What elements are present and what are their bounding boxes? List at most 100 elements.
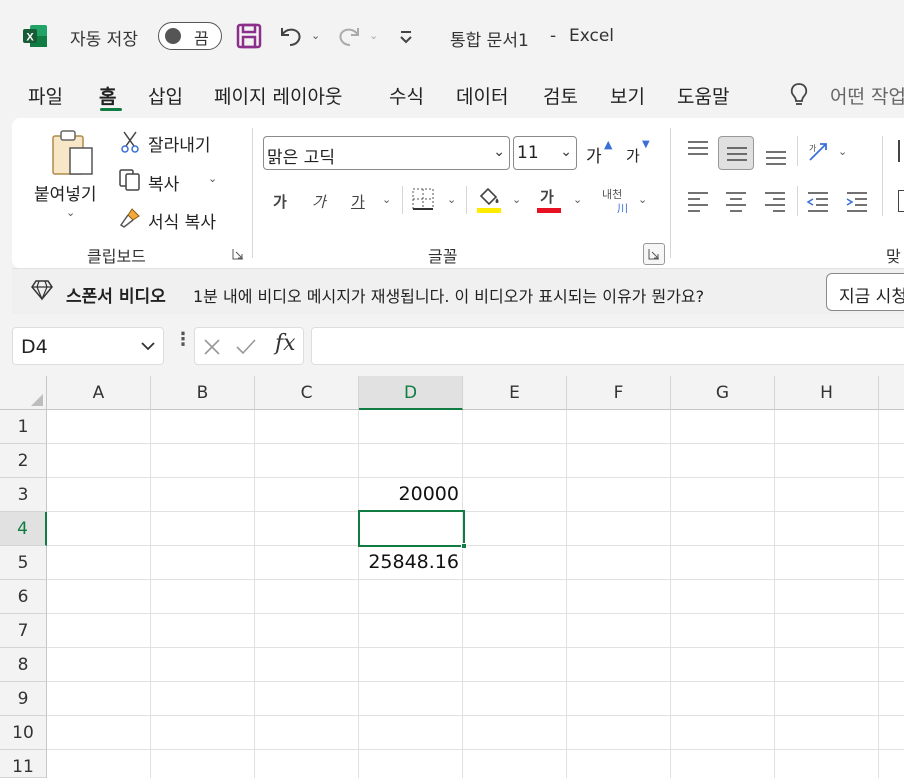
worksheet-grid[interactable] (0, 376, 904, 778)
row-header-selected[interactable]: 4 (0, 512, 47, 546)
select-all-button[interactable] (0, 376, 47, 410)
tab-view[interactable]: 보기 (610, 82, 645, 109)
cancel-icon[interactable] (203, 338, 221, 356)
orientation-icon[interactable]: 가 (806, 140, 832, 164)
copy-label[interactable]: 복사 (148, 170, 179, 195)
redo-dropdown-icon[interactable]: ⌄ (369, 29, 378, 42)
row-header[interactable]: 5 (0, 546, 47, 580)
svg-text:가: 가 (809, 144, 817, 153)
column-header[interactable]: A (47, 376, 151, 410)
merge-center-icon[interactable] (898, 190, 904, 212)
bold-button[interactable]: 가 (273, 191, 287, 212)
underline-dropdown-icon[interactable]: ⌄ (382, 193, 391, 206)
cut-label[interactable]: 잘라내기 (148, 131, 211, 156)
customize-toolbar-icon[interactable] (398, 30, 414, 44)
font-color-dropdown-icon[interactable]: ⌄ (573, 193, 582, 206)
excel-logo-icon[interactable]: X (22, 24, 48, 48)
row-header[interactable]: 9 (0, 682, 47, 716)
clipboard-launcher-icon[interactable] (232, 248, 244, 260)
row-header[interactable]: 1 (0, 410, 47, 444)
align-left-icon[interactable] (686, 190, 710, 212)
align-top-icon[interactable] (686, 140, 710, 160)
column-header-selected[interactable]: D (359, 376, 463, 410)
more-options-icon[interactable]: ⋮ (174, 331, 192, 349)
decrease-indent-icon[interactable] (806, 190, 830, 212)
autosave-state: 끔 (194, 29, 209, 48)
tab-help[interactable]: 도움말 (677, 82, 729, 109)
chevron-down-icon: ⌄ (560, 144, 572, 160)
copy-icon[interactable] (118, 168, 142, 192)
decrease-font-button[interactable]: 가 (626, 145, 640, 166)
tab-file[interactable]: 파일 (28, 82, 63, 109)
font-color-button[interactable]: 가 (540, 186, 554, 207)
row-header[interactable]: 8 (0, 648, 47, 682)
cell-d5[interactable]: 25848.16 (362, 551, 459, 573)
paste-dropdown-icon[interactable]: ⌄ (66, 206, 75, 219)
redo-icon[interactable] (336, 24, 362, 48)
row-header[interactable]: 11 (0, 750, 47, 778)
watch-now-label: 지금 시청 (839, 287, 904, 307)
font-launcher-button[interactable] (643, 243, 665, 265)
row-header[interactable]: 10 (0, 716, 47, 750)
format-painter-icon[interactable] (118, 206, 142, 230)
title-separator: - (550, 26, 557, 46)
tab-home[interactable]: 홈 (99, 82, 116, 109)
align-middle-button[interactable] (718, 136, 754, 170)
phonetic-dropdown-icon[interactable]: ⌄ (638, 193, 647, 206)
font-size-dropdown[interactable]: 11 ⌄ (513, 136, 577, 170)
align-center-icon[interactable] (724, 190, 748, 212)
italic-button[interactable]: 가 (312, 191, 326, 212)
fill-color-dropdown-icon[interactable]: ⌄ (512, 193, 521, 206)
paste-icon[interactable] (50, 128, 96, 178)
insert-function-button[interactable]: fx (275, 331, 296, 356)
watch-now-button[interactable]: 지금 시청 (826, 273, 904, 311)
tab-insert[interactable]: 삽입 (148, 82, 183, 109)
save-icon[interactable] (236, 23, 262, 49)
search-box[interactable]: 어떤 작업 (830, 82, 904, 109)
formula-input[interactable] (311, 327, 904, 365)
fill-handle[interactable] (461, 543, 467, 549)
orientation-dropdown-icon[interactable]: ⌄ (838, 145, 847, 158)
column-header[interactable]: F (567, 376, 671, 410)
active-cell-d4[interactable] (358, 510, 465, 547)
name-box[interactable]: D4 (12, 327, 164, 365)
enter-check-icon[interactable] (235, 338, 257, 356)
column-header[interactable]: G (671, 376, 775, 410)
align-right-icon[interactable] (763, 190, 787, 212)
font-name-dropdown[interactable]: 맑은 고딕 ⌄ (263, 136, 510, 170)
undo-icon[interactable] (278, 24, 304, 48)
tab-page-layout[interactable]: 페이지 레이아웃 (214, 82, 342, 109)
row-header[interactable]: 2 (0, 444, 47, 478)
column-header[interactable] (879, 376, 904, 410)
undo-dropdown-icon[interactable]: ⌄ (311, 29, 320, 42)
decrease-arrow-icon: ▼ (642, 139, 650, 150)
title-bar: X 자동 저장 끔 ⌄ ⌄ 통합 문서1 - Excel (0, 0, 904, 72)
paste-label[interactable]: 붙여넣기 (34, 180, 97, 205)
autosave-toggle[interactable]: 끔 (158, 22, 222, 50)
increase-font-button[interactable]: 가 (586, 142, 602, 167)
wrap-text-icon[interactable] (898, 140, 904, 162)
row-header[interactable]: 3 (0, 478, 47, 512)
format-painter-label[interactable]: 서식 복사 (148, 208, 216, 233)
tab-review[interactable]: 검토 (543, 82, 578, 109)
lightbulb-icon[interactable] (788, 82, 810, 108)
increase-indent-icon[interactable] (845, 190, 869, 212)
row-header[interactable]: 7 (0, 614, 47, 648)
borders-dropdown-icon[interactable]: ⌄ (447, 193, 456, 206)
borders-icon[interactable] (411, 187, 435, 211)
column-header[interactable]: C (255, 376, 359, 410)
row-header[interactable]: 6 (0, 580, 47, 614)
column-header[interactable]: B (151, 376, 255, 410)
fill-color-icon[interactable] (476, 186, 502, 214)
phonetic-label-bottom: 川 (617, 202, 628, 215)
tab-data[interactable]: 데이터 (456, 82, 508, 109)
dialog-launcher-icon (648, 249, 659, 260)
copy-dropdown-icon[interactable]: ⌄ (208, 172, 217, 185)
tab-formulas[interactable]: 수식 (389, 82, 424, 109)
underline-button[interactable]: 가 (351, 191, 365, 212)
align-bottom-icon[interactable] (764, 146, 788, 166)
scissors-icon[interactable] (120, 130, 140, 154)
column-header[interactable]: H (775, 376, 879, 410)
column-header[interactable]: E (463, 376, 567, 410)
cell-d3[interactable]: 20000 (362, 483, 459, 505)
